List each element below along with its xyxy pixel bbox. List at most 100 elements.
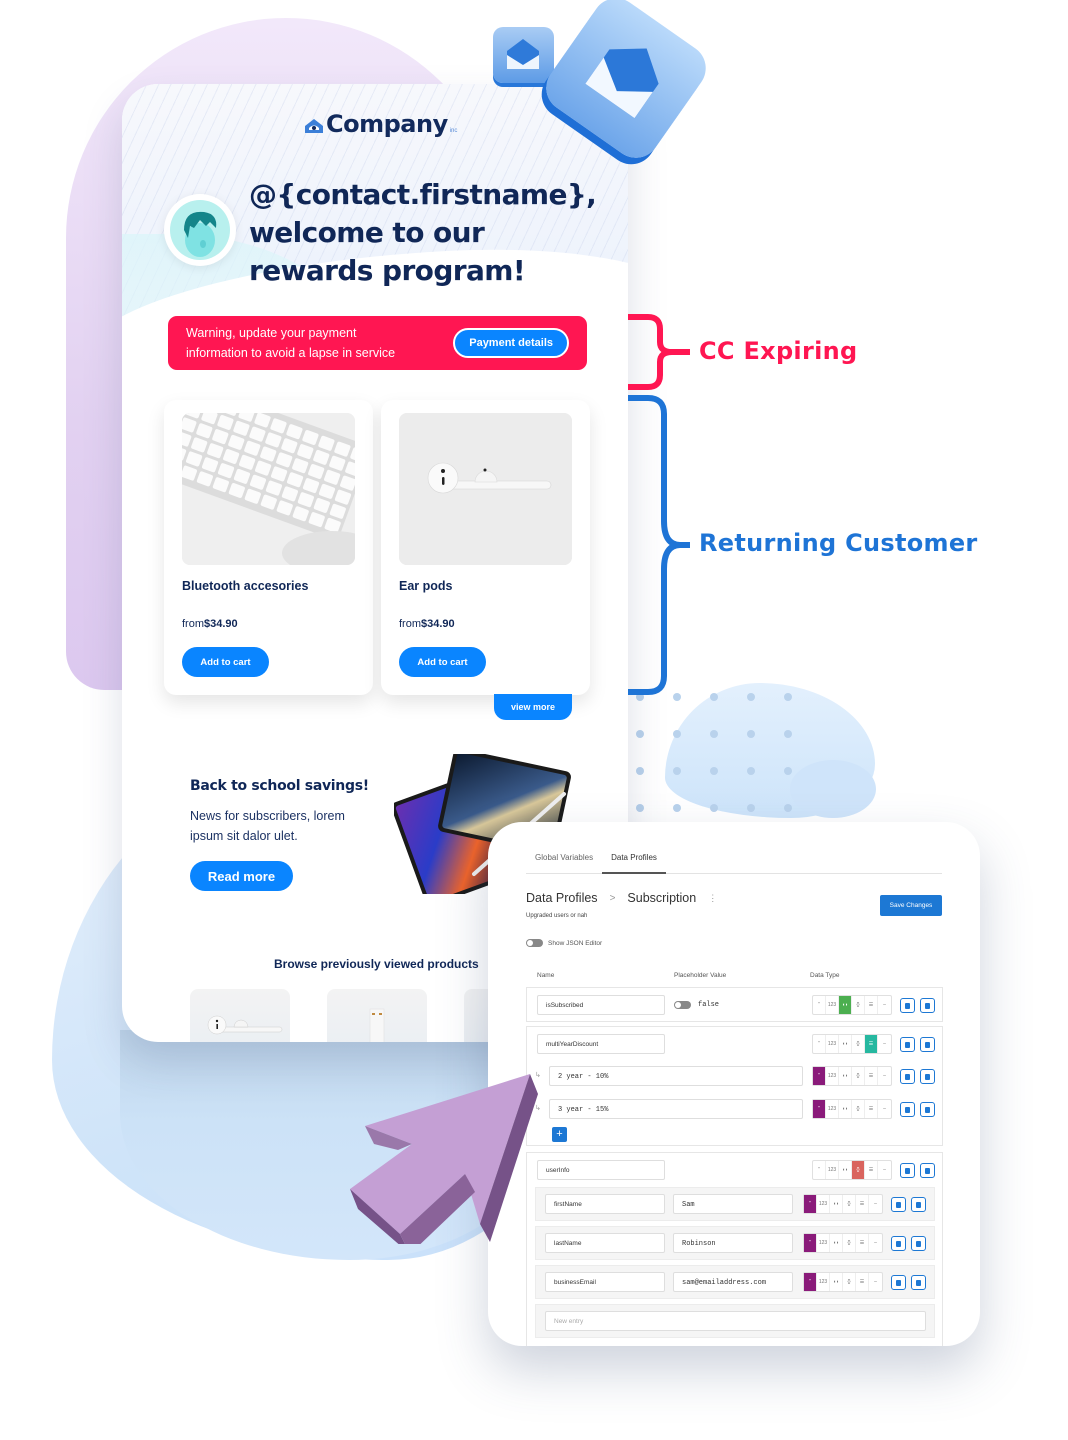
object-type-icon[interactable]: {} [843,1273,856,1291]
tab-global-variables[interactable]: Global Variables [526,842,602,874]
string-type-icon[interactable]: ” [813,1161,826,1179]
copy-button[interactable] [900,998,915,1013]
breadcrumb-parent[interactable]: Data Profiles [526,891,598,905]
variable-name-input[interactable]: isSubscribed [537,995,665,1015]
read-more-button[interactable]: Read more [190,861,293,891]
string-type-icon[interactable]: ” [804,1273,817,1291]
envelope-icon-small [493,27,554,83]
string-type-icon[interactable]: ” [804,1195,817,1213]
boolean-type-icon[interactable]: ◖◗ [830,1234,843,1252]
boolean-type-icon[interactable]: ◖◗ [839,1100,852,1118]
list-type-icon[interactable]: ☰ [865,1100,878,1118]
delete-button[interactable] [920,1069,935,1084]
child-value-input[interactable]: Robinson [673,1233,793,1253]
child-name-input[interactable]: lastName [545,1233,665,1253]
copy-button[interactable] [900,1102,915,1117]
number-type-icon[interactable]: 123 [817,1195,830,1213]
object-type-icon[interactable]: {} [852,1035,865,1053]
null-type-icon[interactable]: – [869,1234,882,1252]
add-to-cart-button[interactable]: Add to cart [182,647,269,677]
number-type-icon[interactable]: 123 [817,1234,830,1252]
number-type-icon[interactable]: 123 [826,1100,839,1118]
number-type-icon[interactable]: 123 [826,1067,839,1085]
boolean-type-icon[interactable]: ◖◗ [839,1035,852,1053]
new-entry-input[interactable]: New entry [545,1311,926,1331]
decorative-dot [636,730,644,738]
string-type-icon[interactable]: ” [813,1100,826,1118]
string-type-icon[interactable]: ” [813,1035,826,1053]
string-type-icon[interactable]: ” [813,996,826,1014]
child-name-input[interactable]: businessEmail [545,1272,665,1292]
copy-button[interactable] [891,1197,906,1212]
browse-products-title: Browse previously viewed products [274,957,479,971]
child-value-input[interactable]: sam@emailaddress.com [673,1272,793,1292]
delete-button[interactable] [920,1163,935,1178]
object-type-icon[interactable]: {} [852,1161,865,1179]
delete-button[interactable] [920,1102,935,1117]
child-name-input[interactable]: firstName [545,1194,665,1214]
variable-name-input[interactable]: multiYearDiscount [537,1034,665,1054]
list-item-input[interactable]: 2 year - 10% [549,1066,803,1086]
delete-button[interactable] [911,1236,926,1251]
cc-expiring-label: CC Expiring [699,337,858,365]
null-type-icon[interactable]: – [878,1100,891,1118]
boolean-type-icon[interactable]: ◖◗ [839,996,852,1014]
list-type-icon[interactable]: ☰ [856,1273,869,1291]
object-type-icon[interactable]: {} [843,1195,856,1213]
list-type-icon[interactable]: ☰ [865,1035,878,1053]
copy-button[interactable] [900,1163,915,1178]
copy-button[interactable] [900,1069,915,1084]
number-type-icon[interactable]: 123 [826,1161,839,1179]
number-type-icon[interactable]: 123 [817,1273,830,1291]
boolean-type-icon[interactable]: ◖◗ [839,1067,852,1085]
variable-name-input[interactable]: userInfo [537,1160,665,1180]
save-changes-button[interactable]: Save Changes [880,895,942,916]
child-value-input[interactable]: Sam [673,1194,793,1214]
null-type-icon[interactable]: – [878,1035,891,1053]
delete-button[interactable] [911,1197,926,1212]
null-type-icon[interactable]: – [869,1273,882,1291]
object-type-icon[interactable]: {} [852,996,865,1014]
copy-button[interactable] [900,1037,915,1052]
list-type-icon[interactable]: ☰ [856,1234,869,1252]
null-type-icon[interactable]: – [878,1161,891,1179]
add-list-item-button[interactable]: + [552,1127,567,1142]
delete-button[interactable] [920,998,935,1013]
add-to-cart-button[interactable]: Add to cart [399,647,486,677]
view-more-button[interactable]: view more [494,694,572,720]
null-type-icon[interactable]: – [878,1067,891,1085]
recent-product-thumb-earpods[interactable] [190,989,290,1042]
greeting-line-2: welcome to our [249,216,485,249]
delete-button[interactable] [920,1037,935,1052]
copy-button[interactable] [891,1236,906,1251]
boolean-type-icon[interactable]: ◖◗ [830,1195,843,1213]
copy-button[interactable] [891,1275,906,1290]
decorative-dot [784,767,792,775]
tab-data-profiles[interactable]: Data Profiles [602,842,666,874]
string-type-icon[interactable]: ” [813,1067,826,1085]
string-type-icon[interactable]: ” [804,1234,817,1252]
recent-product-thumb-usb[interactable] [327,989,427,1042]
boolean-type-icon[interactable]: ◖◗ [830,1273,843,1291]
payment-details-button[interactable]: Payment details [453,328,569,358]
list-type-icon[interactable]: ☰ [865,996,878,1014]
json-editor-toggle[interactable] [526,939,543,947]
delete-button[interactable] [911,1275,926,1290]
number-type-icon[interactable]: 123 [826,1035,839,1053]
product-card: Ear pods from$34.90 Add to cart [381,400,590,695]
boolean-value-toggle[interactable] [674,1001,691,1009]
list-type-icon[interactable]: ☰ [865,1067,878,1085]
list-item-input[interactable]: 3 year - 15% [549,1099,803,1119]
null-type-icon[interactable]: – [878,996,891,1014]
number-type-icon[interactable]: 123 [826,996,839,1014]
object-type-icon[interactable]: {} [843,1234,856,1252]
boolean-type-icon[interactable]: ◖◗ [839,1161,852,1179]
object-type-icon[interactable]: {} [852,1067,865,1085]
list-type-icon[interactable]: ☰ [865,1161,878,1179]
trash-icon [916,1240,921,1247]
kebab-menu-icon[interactable]: ⋮ [708,893,717,904]
copy-icon [896,1240,901,1247]
null-type-icon[interactable]: – [869,1195,882,1213]
list-type-icon[interactable]: ☰ [856,1195,869,1213]
object-type-icon[interactable]: {} [852,1100,865,1118]
